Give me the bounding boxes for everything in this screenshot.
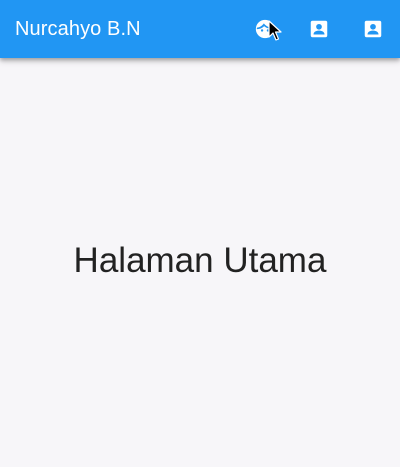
account-box-button-1[interactable] — [292, 2, 346, 56]
account-box-icon — [362, 18, 384, 40]
face-icon — [254, 18, 276, 40]
page-title: Halaman Utama — [73, 240, 327, 280]
main-body: Halaman Utama — [0, 58, 400, 467]
account-box-icon — [308, 18, 330, 40]
app-title: Nurcahyo B.N — [15, 17, 141, 40]
app-bar: Nurcahyo B.N — [0, 0, 400, 58]
face-button[interactable] — [238, 2, 292, 56]
account-box-button-2[interactable] — [346, 2, 400, 56]
app-bar-actions — [238, 0, 400, 58]
